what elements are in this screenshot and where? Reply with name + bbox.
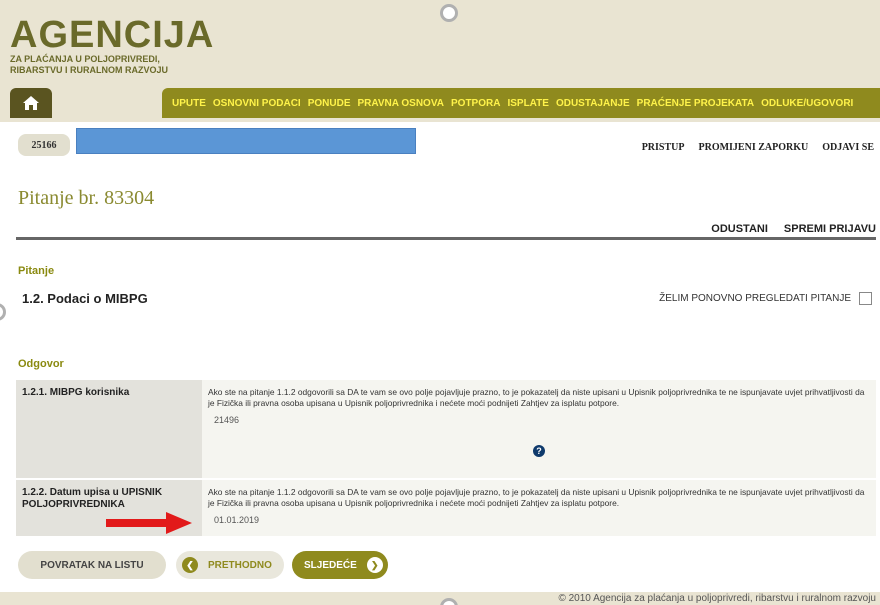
home-icon bbox=[23, 96, 39, 110]
logout-link[interactable]: ODJAVI SE bbox=[822, 142, 874, 153]
logo-subtitle: ZA PLAĆANJA U POLJOPRIVREDI, RIBARSTVU I… bbox=[10, 54, 169, 75]
page-actions: ODUSTANI SPREMI PRIJAVU bbox=[695, 223, 876, 235]
question-title: 1.2. Podaci o MIBPG bbox=[22, 291, 148, 306]
nav-item-isplate[interactable]: ISPLATE bbox=[507, 98, 548, 109]
answer-section-label: Odgovor bbox=[18, 358, 64, 370]
left-resize-handle[interactable] bbox=[0, 303, 6, 321]
change-password-link[interactable]: PROMIJENI ZAPORKU bbox=[698, 142, 808, 153]
footer-copyright: © 2010 Agencija za plaćanja u poljoprivr… bbox=[558, 593, 876, 604]
page: AGENCIJA ZA PLAĆANJA U POLJOPRIVREDI, RI… bbox=[0, 0, 880, 605]
cancel-button[interactable]: ODUSTANI bbox=[711, 223, 768, 235]
nav-item-upute[interactable]: UPUTE bbox=[172, 98, 206, 109]
review-checkbox[interactable] bbox=[859, 292, 872, 305]
help-icon[interactable]: ? bbox=[533, 445, 545, 457]
answer-row: 1.2.1. MIBPG korisnika Ako ste na pitanj… bbox=[16, 380, 876, 478]
user-name-redacted bbox=[76, 128, 416, 154]
user-id-badge: 25166 bbox=[18, 134, 70, 156]
top-resize-handle[interactable] bbox=[440, 4, 458, 22]
mibpg-value: 21496 bbox=[214, 415, 240, 425]
previous-label: PRETHODNO bbox=[208, 559, 272, 571]
nav-item-osnovni-podaci[interactable]: OSNOVNI PODACI bbox=[213, 98, 301, 109]
nav-item-odustajanje[interactable]: ODUSTAJANJE bbox=[556, 98, 630, 109]
answer-note: Ako ste na pitanje 1.1.2 odgovorili sa D… bbox=[208, 387, 865, 408]
back-to-list-label: POVRATAK NA LISTU bbox=[40, 559, 144, 571]
nav-item-pravna-osnova[interactable]: PRAVNA OSNOVA bbox=[358, 98, 445, 109]
next-label: SLJEDEĆE bbox=[304, 559, 357, 571]
divider bbox=[16, 237, 876, 240]
answer-note: Ako ste na pitanje 1.1.2 odgovorili sa D… bbox=[208, 487, 865, 508]
back-to-list-button[interactable]: POVRATAK NA LISTU bbox=[18, 551, 166, 579]
chevron-left-icon: ❮ bbox=[182, 557, 198, 573]
nav-item-pracenje-projekata[interactable]: PRAĆENJE PROJEKATA bbox=[637, 98, 754, 109]
nav-item-potpora[interactable]: POTPORA bbox=[451, 98, 500, 109]
home-button[interactable] bbox=[10, 88, 52, 118]
next-button[interactable]: SLJEDEĆE ❯ bbox=[292, 551, 388, 579]
registration-date-value: 01.01.2019 bbox=[214, 515, 260, 525]
nav-item-ponude[interactable]: PONUDE bbox=[308, 98, 351, 109]
answer-content: Ako ste na pitanje 1.1.2 odgovorili sa D… bbox=[202, 480, 876, 536]
chevron-right-icon: ❯ bbox=[366, 557, 383, 573]
user-links: PRISTUP PROMIJENI ZAPORKU ODJAVI SE bbox=[628, 142, 874, 153]
review-option: ŽELIM PONOVNO PREGLEDATI PITANJE bbox=[659, 292, 872, 305]
nav-item-odluke-ugovori[interactable]: ODLUKE/UGOVORI bbox=[761, 98, 853, 109]
header: AGENCIJA ZA PLAĆANJA U POLJOPRIVREDI, RI… bbox=[0, 0, 880, 122]
question-section-label: Pitanje bbox=[18, 265, 55, 277]
answer-content: Ako ste na pitanje 1.1.2 odgovorili sa D… bbox=[202, 380, 876, 478]
page-title: Pitanje br. 83304 bbox=[18, 187, 155, 209]
previous-button[interactable]: ❮ PRETHODNO bbox=[176, 551, 284, 579]
save-button[interactable]: SPREMI PRIJAVU bbox=[784, 223, 876, 235]
pristup-link[interactable]: PRISTUP bbox=[642, 142, 685, 153]
red-arrow-icon bbox=[106, 512, 192, 534]
review-label: ŽELIM PONOVNO PREGLEDATI PITANJE bbox=[659, 293, 851, 304]
main-nav: UPUTE OSNOVNI PODACI PONUDE PRAVNA OSNOV… bbox=[162, 88, 880, 118]
answer-label: 1.2.1. MIBPG korisnika bbox=[16, 380, 202, 478]
user-bar: 25166 PRISTUP PROMIJENI ZAPORKU ODJAVI S… bbox=[0, 122, 880, 166]
logo-title: AGENCIJA bbox=[10, 14, 215, 56]
